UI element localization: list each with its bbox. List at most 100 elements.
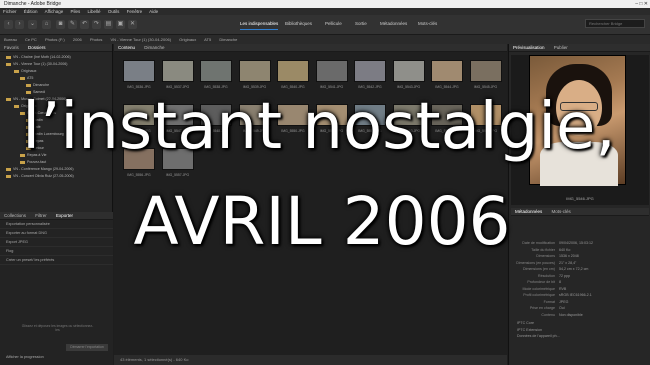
- breadcrumb-item[interactable]: Photos: [90, 37, 102, 42]
- workspace-keywords[interactable]: Mots-clés: [418, 19, 437, 29]
- meta-section[interactable]: Données de l'appareil ph...: [511, 333, 649, 340]
- folder-tree-item[interactable]: VN - Vienne Tour (1) (30-04-2006): [0, 61, 112, 68]
- overlay-title: l’instant nostalgie,: [22, 90, 616, 164]
- folder-label: VN - Conférence Mango (29-04-2006): [13, 167, 74, 171]
- refine-icon[interactable]: ✎: [68, 20, 77, 29]
- delete-icon[interactable]: ✕: [128, 20, 137, 29]
- folder-tree-item[interactable]: AT5: [0, 75, 112, 82]
- window-controls[interactable]: – □ ✕: [635, 0, 648, 8]
- thumbnail-image: [431, 60, 463, 82]
- menu-aide[interactable]: Aide: [149, 9, 158, 14]
- open-recent-icon[interactable]: ▤: [104, 20, 113, 29]
- thumbnail-image: [123, 60, 155, 82]
- thumbnail-label: IMG_5541.JPG: [319, 85, 344, 89]
- thumbnail-label: IMG_5557.JPG: [165, 173, 190, 177]
- new-folder-icon[interactable]: ▣: [116, 20, 125, 29]
- tab-folders[interactable]: Dossiers: [28, 45, 46, 50]
- thumbnail-label: IMG_5556.JPG: [127, 173, 151, 177]
- thumbnail[interactable]: IMG_5538.JPG: [197, 58, 235, 92]
- folder-icon: [14, 69, 19, 73]
- menu-piles[interactable]: Piles: [71, 9, 81, 14]
- workspace-metadata[interactable]: Métadonnées: [380, 19, 407, 29]
- breadcrumb-item[interactable]: Photos (F:): [45, 37, 65, 42]
- rotate-left-icon[interactable]: ↶: [80, 20, 89, 29]
- folder-tree-item[interactable]: Originaux: [0, 68, 112, 75]
- camera-icon[interactable]: ◙: [56, 20, 65, 29]
- menu-libelle[interactable]: Libellé: [88, 9, 101, 14]
- workspace-essentials[interactable]: Les indispensables: [240, 19, 279, 30]
- folder-tree-item[interactable]: VN - Chaîne (Iné Moth (14-02-2006): [0, 54, 112, 61]
- breadcrumb-item[interactable]: Originaux: [179, 37, 196, 42]
- thumbnail-image: [161, 60, 194, 82]
- export-drop-note: Glissez et déposez les images ou sélecti…: [21, 324, 94, 332]
- title-bar: Dimanche - Adobe Bridge – □ ✕: [0, 0, 650, 8]
- menu-edition[interactable]: Édition: [24, 9, 38, 14]
- breadcrumb-item[interactable]: Dimanche: [219, 37, 237, 42]
- folder-icon: [20, 76, 25, 80]
- breadcrumb-item[interactable]: Ce PC: [25, 37, 37, 42]
- thumbnail[interactable]: IMG_5545.JPG: [467, 58, 505, 92]
- thumbnail-image: [315, 60, 348, 82]
- metadata-value: 21" x 28,4": [559, 260, 577, 265]
- folder-tree-item[interactable]: Dimanche: [0, 82, 112, 89]
- history-icon[interactable]: ⌄: [28, 20, 37, 29]
- thumbnail-image: [469, 60, 502, 82]
- folder-label: VN - Chaîne (Iné Moth (14-02-2006): [13, 55, 71, 59]
- thumbnail-label: IMG_5539.JPG: [242, 85, 267, 89]
- folder-icon: [6, 174, 11, 178]
- metadata-value: Oui: [559, 306, 565, 310]
- menu-affichage[interactable]: Affichage: [45, 9, 64, 14]
- thumbnail[interactable]: IMG_5540.JPG: [274, 58, 312, 92]
- metadata-value: RVB: [559, 286, 567, 291]
- overlay-subtitle: AVRIL 2006: [133, 183, 511, 260]
- thumbnail-label: IMG_5544.JPG: [435, 85, 459, 89]
- back-icon[interactable]: ‹: [4, 20, 13, 29]
- metadata-value: JPEG: [559, 299, 569, 304]
- menu-fenetre[interactable]: Fenêtre: [127, 9, 143, 14]
- window-title: Dimanche - Adobe Bridge: [4, 1, 61, 7]
- show-progress-label[interactable]: Afficher la progression: [6, 355, 44, 359]
- workspace-output[interactable]: Sortie: [355, 19, 367, 29]
- thumbnail-label: IMG_5543.JPG: [396, 85, 421, 89]
- workspace-libraries[interactable]: Bibliothèques: [285, 19, 312, 29]
- thumbnail[interactable]: IMG_5539.JPG: [236, 58, 274, 92]
- tab-publish[interactable]: Publier: [554, 45, 568, 50]
- home-icon[interactable]: ⌂: [42, 20, 51, 29]
- breadcrumb-item[interactable]: 2006: [73, 37, 82, 42]
- metadata-value: 8: [559, 280, 561, 284]
- search-input[interactable]: Rechercher Bridge: [585, 19, 645, 28]
- tab-preview[interactable]: Prévisualisation: [513, 45, 545, 50]
- folder-icon: [6, 55, 11, 59]
- preview-tabs: Prévisualisation Publier: [509, 44, 650, 52]
- thumbnail[interactable]: IMG_5542.JPG: [351, 58, 389, 92]
- menu-outils[interactable]: Outils: [108, 9, 120, 14]
- thumbnail[interactable]: IMG_5536.JPG: [120, 58, 158, 92]
- thumbnail-label: IMG_5538.JPG: [204, 85, 228, 89]
- menu-bar: Fichier Édition Affichage Piles Libellé …: [0, 8, 650, 15]
- thumbnail[interactable]: IMG_5537.JPG: [159, 58, 197, 92]
- forward-icon[interactable]: ›: [15, 20, 24, 29]
- folders-tabs: Favoris Dossiers: [0, 44, 112, 52]
- metadata-value: 54,2 cm x 72,2 cm: [559, 267, 589, 271]
- breadcrumb: Bureau Ce PC Photos (F:) 2006 Photos VN …: [0, 35, 650, 44]
- folder-tree-item[interactable]: VN - Conférence Mango (29-04-2006): [0, 166, 112, 173]
- metadata-value: Non disponible: [559, 312, 583, 317]
- folder-label: VN - Concert Olivia Ruiz (27-05-2006): [13, 174, 74, 178]
- tab-current-folder[interactable]: Dimanche: [144, 45, 164, 50]
- menu-fichier[interactable]: Fichier: [3, 9, 17, 14]
- thumbnail[interactable]: IMG_5544.JPG: [428, 58, 466, 92]
- breadcrumb-item[interactable]: AT5: [204, 37, 211, 42]
- folder-tree-item[interactable]: VN - Concert Olivia Ruiz (27-05-2006): [0, 173, 112, 180]
- thumbnail[interactable]: IMG_5543.JPG: [390, 58, 428, 92]
- breadcrumb-item[interactable]: Bureau: [4, 37, 17, 42]
- breadcrumb-item[interactable]: VN - Vienne Tour (1) (30-04-2006): [110, 37, 171, 42]
- status-bar: 43 éléments, 1 sélectionné(s) - 640 Ko: [114, 355, 507, 365]
- thumbnail-label: IMG_5540.JPG: [281, 85, 305, 89]
- rotate-right-icon[interactable]: ↷: [92, 20, 101, 29]
- tab-content[interactable]: Contenu: [118, 45, 135, 50]
- thumbnail-image: [200, 60, 232, 82]
- tab-favorites[interactable]: Favoris: [4, 45, 19, 50]
- workspace-filmstrip[interactable]: Pellicule: [325, 19, 342, 29]
- start-export-button[interactable]: Démarrer l'exportation: [66, 344, 108, 351]
- thumbnail[interactable]: IMG_5541.JPG: [313, 58, 351, 92]
